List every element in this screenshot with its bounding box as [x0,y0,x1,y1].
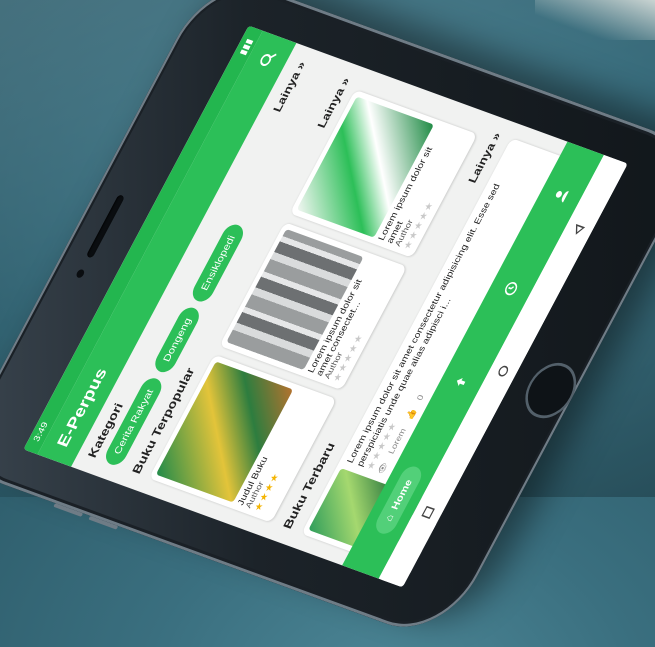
back-icon[interactable] [570,222,586,238]
volume-button [88,515,119,530]
recents-icon[interactable] [420,504,436,520]
earpiece-speaker [85,194,126,259]
like-count: 0 [415,393,426,402]
thumbs-up-icon[interactable]: 👍 [405,408,419,422]
home-icon: ⌂ [382,512,396,523]
nav-home-label: Home [388,477,415,512]
system-home-icon[interactable] [495,363,511,379]
background-highlight [535,0,655,40]
front-camera [75,268,86,279]
upload-icon[interactable] [451,372,472,392]
search-icon[interactable] [257,49,278,69]
profile-icon[interactable] [550,185,571,205]
history-icon[interactable] [501,278,522,298]
volume-button [53,503,84,517]
eye-icon: 👁 [376,461,391,476]
